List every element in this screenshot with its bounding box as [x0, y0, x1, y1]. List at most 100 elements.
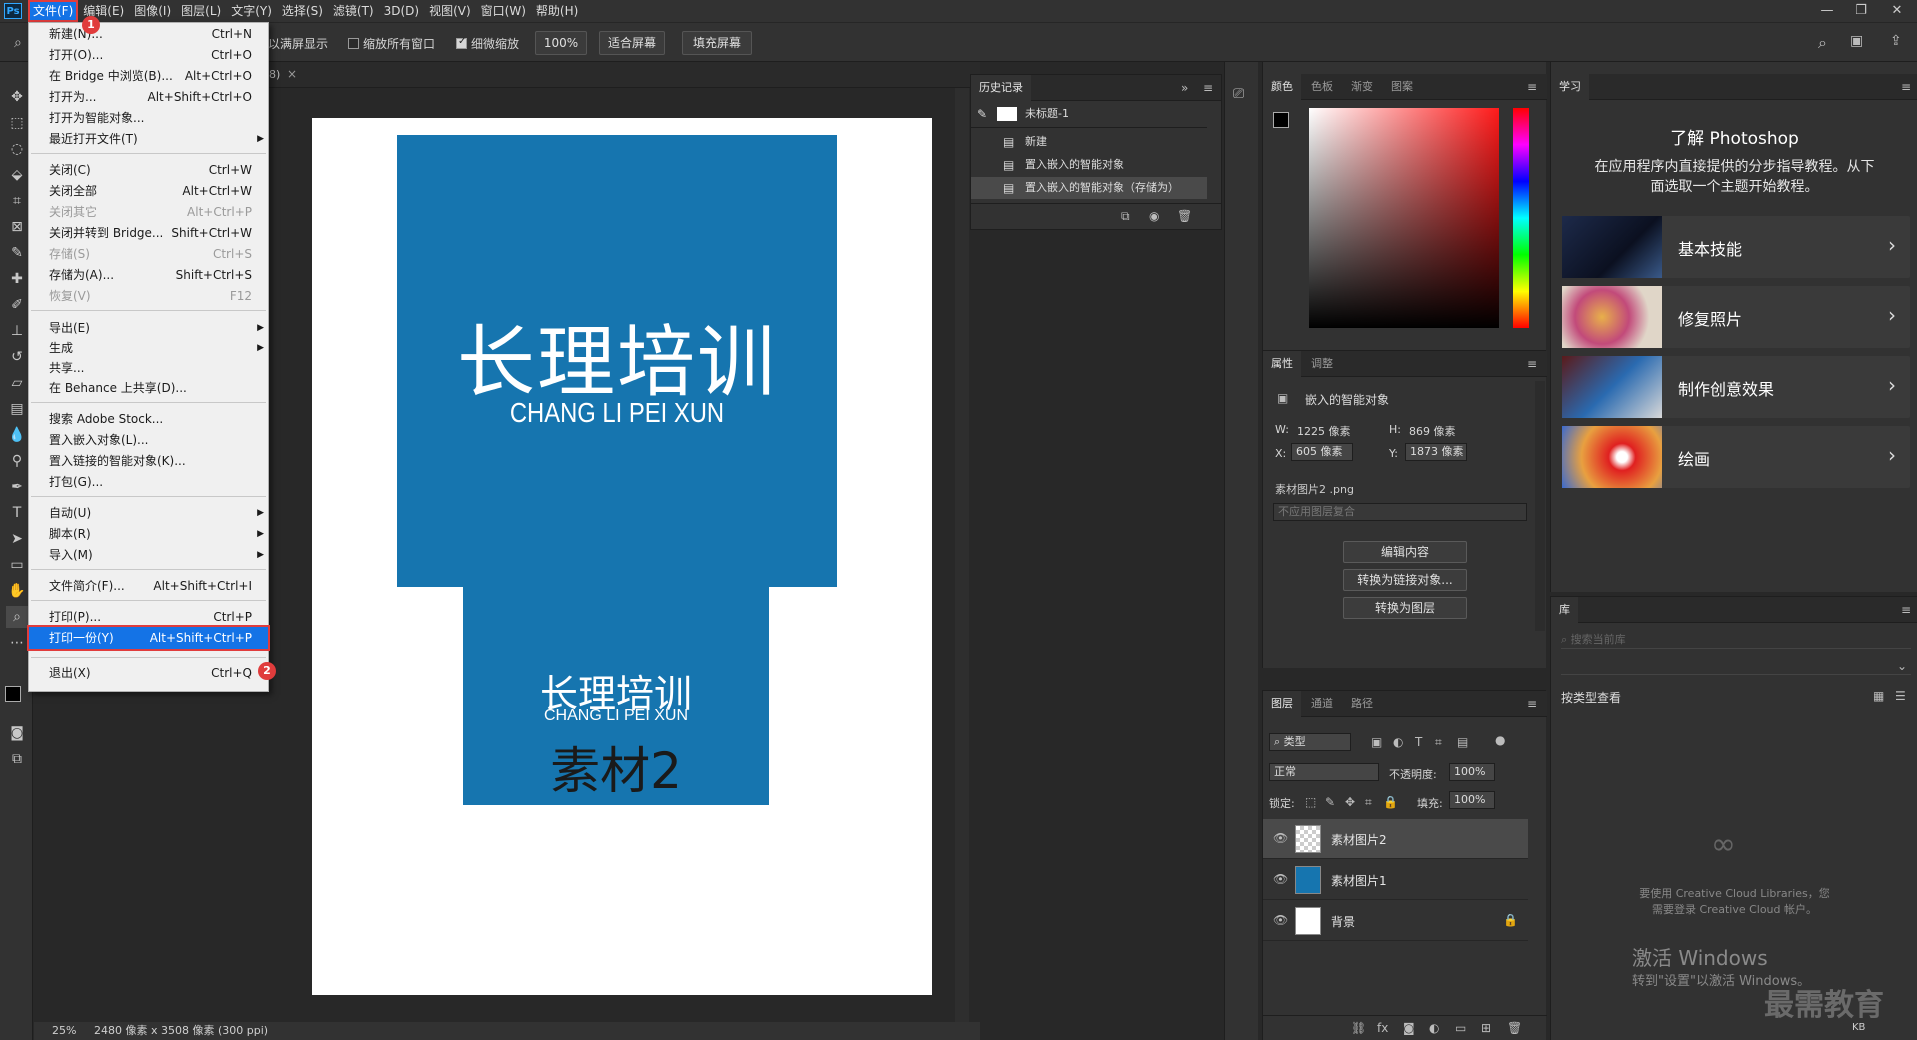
blur-tool-icon[interactable]: 💧: [6, 424, 28, 446]
type-tool-icon[interactable]: T: [6, 502, 28, 524]
tab-patterns[interactable]: 图案: [1383, 74, 1421, 100]
menu-open-as[interactable]: 打开为... Alt+Shift+Ctrl+O: [29, 87, 268, 107]
link-layers-icon[interactable]: ⛓: [1351, 1021, 1366, 1035]
view-by-type[interactable]: 按类型查看: [1561, 689, 1621, 706]
crop-tool-icon[interactable]: ⌗: [6, 190, 28, 212]
collapse-icon[interactable]: »: [1181, 81, 1188, 95]
search-icon[interactable]: ⌕: [1818, 33, 1827, 53]
menu-automate[interactable]: 自动(U) ▶: [29, 503, 268, 523]
menu-close-all[interactable]: 关闭全部 Alt+Ctrl+W: [29, 181, 268, 201]
trash-icon[interactable]: 🗑: [1507, 1021, 1522, 1035]
zoom-tool-icon[interactable]: ⌕: [6, 606, 28, 628]
layer-row-material2[interactable]: 👁 素材图片2: [1263, 819, 1528, 859]
menu-place-embedded[interactable]: 置入嵌入对象(L)...: [29, 430, 268, 450]
learn-card-painting[interactable]: 绘画 ›: [1562, 426, 1910, 488]
tab-learn[interactable]: 学习: [1551, 74, 1589, 100]
menu-view[interactable]: 视图(V): [424, 0, 476, 22]
foreground-color-swatch[interactable]: [5, 686, 21, 702]
layer-row-background[interactable]: 👁 背景 🔒: [1263, 901, 1528, 941]
menu-scripts[interactable]: 脚本(R) ▶: [29, 524, 268, 544]
menu-3d[interactable]: 3D(D): [379, 0, 424, 22]
fill-screen-button[interactable]: 填充屏幕: [682, 31, 752, 55]
tab-properties[interactable]: 属性: [1263, 351, 1301, 377]
panel-menu-icon[interactable]: ≡: [1901, 80, 1911, 94]
menu-generate[interactable]: 生成 ▶: [29, 338, 268, 358]
learn-card-fix-photos[interactable]: 修复照片 ›: [1562, 286, 1910, 348]
library-select[interactable]: ⌄: [1561, 657, 1911, 675]
blend-mode-select[interactable]: 正常: [1269, 763, 1379, 781]
minimize-icon[interactable]: —: [1812, 0, 1842, 22]
menu-open[interactable]: 打开(O)... Ctrl+O: [29, 45, 268, 65]
path-select-tool-icon[interactable]: ➤: [6, 528, 28, 550]
learn-card-basic-skills[interactable]: 基本技能 ›: [1562, 216, 1910, 278]
healing-brush-tool-icon[interactable]: ✚: [6, 268, 28, 290]
y-position-input[interactable]: 1873 像素: [1405, 443, 1467, 461]
panel-menu-icon[interactable]: ≡: [1527, 697, 1537, 711]
filter-smart-object-icon[interactable]: ▤: [1457, 735, 1468, 749]
eye-icon[interactable]: 👁: [1273, 872, 1288, 886]
filter-shape-icon[interactable]: ⌗: [1435, 735, 1442, 750]
image-layer-1[interactable]: 长理培训 CHANG LI PEI XUN: [397, 135, 837, 587]
layer-filter-select[interactable]: ⌕ 类型: [1269, 733, 1351, 751]
hand-tool-icon[interactable]: ✋: [6, 580, 28, 602]
filter-pixel-icon[interactable]: ▣: [1371, 735, 1382, 749]
close-icon[interactable]: ✕: [1882, 0, 1912, 22]
document-tab-close-icon[interactable]: ×: [287, 67, 297, 81]
lock-artboard-icon[interactable]: ⌗: [1365, 795, 1372, 810]
fill-input[interactable]: 100%: [1449, 791, 1495, 809]
clone-stamp-tool-icon[interactable]: ⊥: [6, 320, 28, 342]
restore-icon[interactable]: ❐: [1846, 0, 1876, 22]
convert-to-linked-button[interactable]: 转换为链接对象...: [1343, 569, 1467, 591]
menu-export[interactable]: 导出(E) ▶: [29, 318, 268, 338]
height-value[interactable]: 869 像素: [1409, 423, 1456, 439]
lock-all-icon[interactable]: 🔒: [1383, 795, 1398, 809]
tab-color[interactable]: 颜色: [1263, 74, 1301, 100]
menu-package[interactable]: 打包(G)...: [29, 472, 268, 492]
workspace-icon[interactable]: ▣: [1850, 33, 1863, 49]
menu-file[interactable]: 文件(F): [28, 0, 79, 22]
opacity-input[interactable]: 100%: [1449, 763, 1495, 781]
menu-save-as[interactable]: 存储为(A)... Shift+Ctrl+S: [29, 265, 268, 285]
scrubby-zoom-checkbox[interactable]: 细微缩放: [456, 35, 519, 52]
learn-card-creative-effects[interactable]: 制作创意效果 ›: [1562, 356, 1910, 418]
scroll-all-windows-checkbox[interactable]: 缩放所有窗口: [348, 35, 435, 52]
eyedropper-tool-icon[interactable]: ✎: [6, 242, 28, 264]
tab-history[interactable]: 历史记录: [971, 75, 1031, 101]
tab-channels[interactable]: 通道: [1303, 691, 1341, 717]
tab-library[interactable]: 库: [1551, 597, 1578, 623]
menu-share-behance[interactable]: 在 Behance 上共享(D)...: [29, 378, 268, 398]
lock-transparency-icon[interactable]: ⬚: [1305, 795, 1316, 809]
panel-menu-icon[interactable]: ≡: [1901, 603, 1911, 617]
trash-icon[interactable]: 🗑: [1177, 209, 1192, 223]
rectangle-tool-icon[interactable]: ▭: [6, 554, 28, 576]
width-value[interactable]: 1225 像素: [1297, 423, 1351, 439]
menu-new[interactable]: 新建(N)... Ctrl+N: [29, 24, 268, 44]
menu-select[interactable]: 选择(S): [277, 0, 328, 22]
x-position-input[interactable]: 605 像素: [1291, 443, 1353, 461]
camera-icon[interactable]: ◉: [1149, 209, 1159, 223]
document-tab[interactable]: 8): [269, 68, 280, 81]
history-brush-tool-icon[interactable]: ↺: [6, 346, 28, 368]
quick-select-tool-icon[interactable]: ⬙: [6, 164, 28, 186]
menu-exit[interactable]: 退出(X) Ctrl+Q: [29, 663, 268, 683]
library-search-input[interactable]: ⌕ 搜索当前库: [1561, 631, 1911, 649]
menu-recent-files[interactable]: 最近打开文件(T) ▶: [29, 129, 268, 149]
tab-adjustments[interactable]: 调整: [1303, 351, 1341, 377]
list-view-icon[interactable]: ☰: [1895, 689, 1906, 703]
menu-search-stock[interactable]: 搜索 Adobe Stock...: [29, 409, 268, 429]
menu-type[interactable]: 文字(Y): [226, 0, 277, 22]
tab-gradients[interactable]: 渐变: [1343, 74, 1381, 100]
quick-mask-icon[interactable]: ◙: [6, 722, 28, 744]
menu-image[interactable]: 图像(I): [129, 0, 176, 22]
marquee-tool-icon[interactable]: ⬚: [6, 112, 28, 134]
vertical-scrollbar[interactable]: [955, 88, 969, 1022]
history-state-place[interactable]: ▤ 置入嵌入的智能对象: [971, 154, 1207, 176]
tab-swatches[interactable]: 色板: [1303, 74, 1341, 100]
dodge-tool-icon[interactable]: ⚲: [6, 450, 28, 472]
panel-menu-icon[interactable]: ≡: [1527, 80, 1537, 94]
frame-tool-icon[interactable]: ⊠: [6, 216, 28, 238]
properties-scrollbar[interactable]: [1535, 381, 1545, 631]
menu-close[interactable]: 关闭(C) Ctrl+W: [29, 160, 268, 180]
pen-tool-icon[interactable]: ✒: [6, 476, 28, 498]
gradient-tool-icon[interactable]: ▤: [6, 398, 28, 420]
